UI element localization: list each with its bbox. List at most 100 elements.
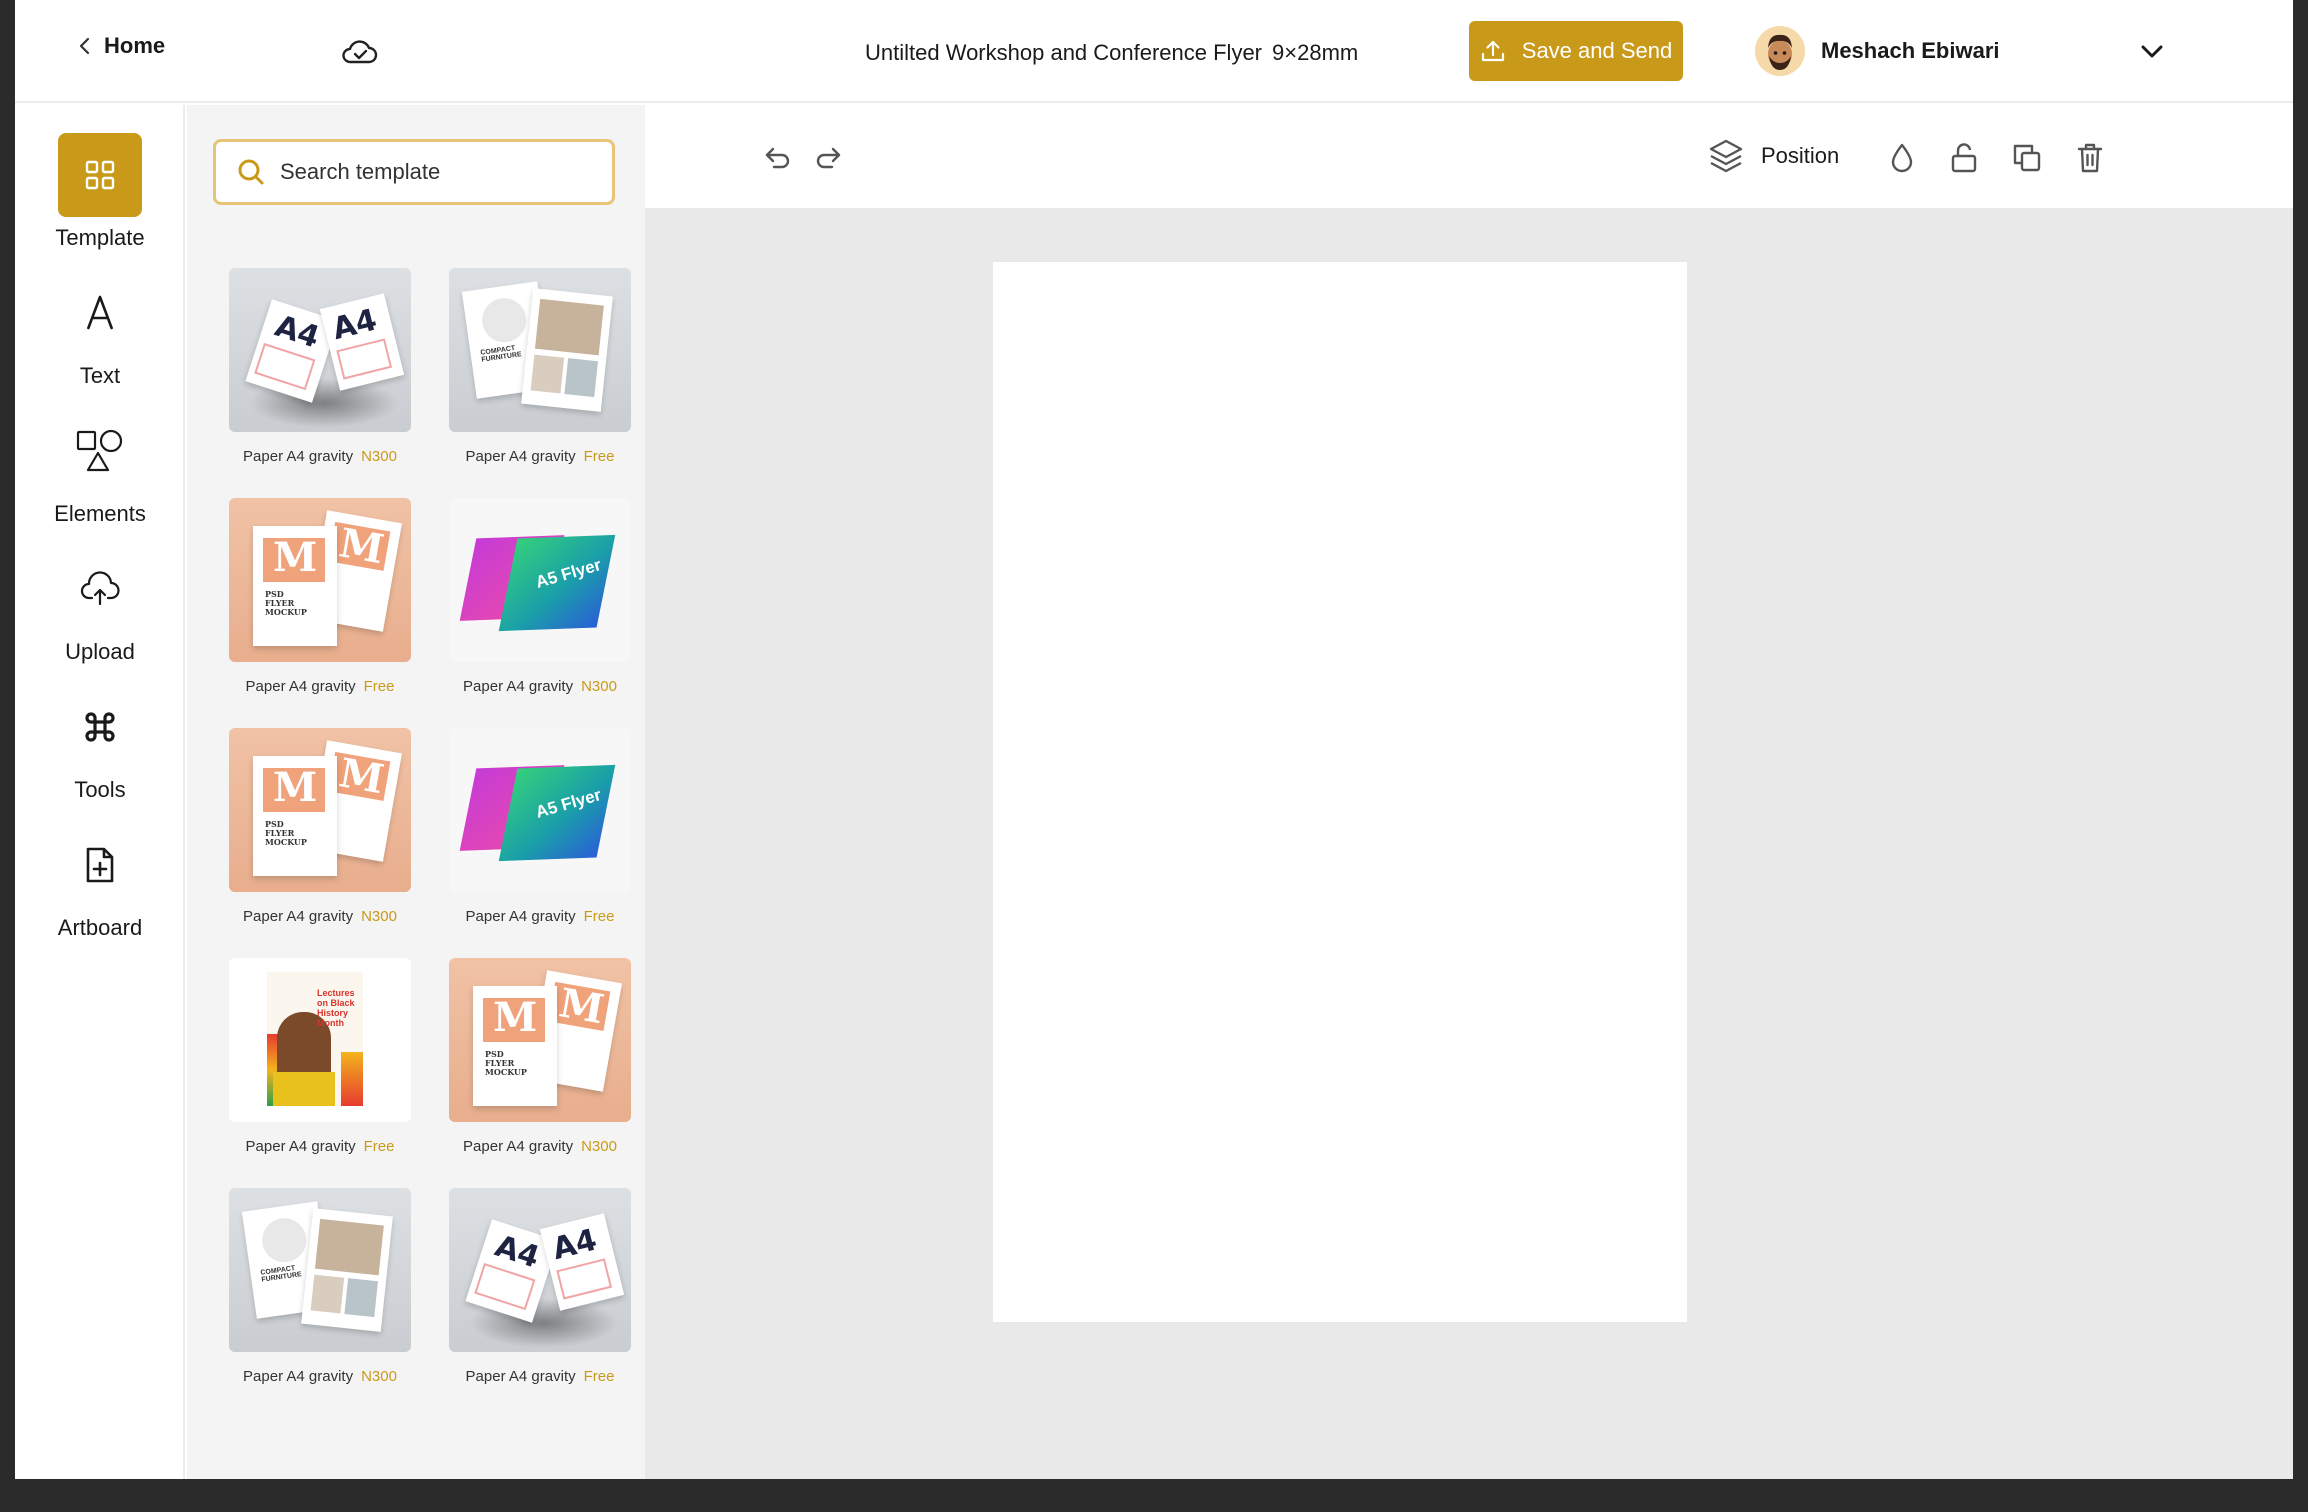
position-label: Position (1761, 143, 1840, 168)
template-card[interactable]: A4 A4 Paper A4 gravity Free (449, 1188, 631, 1385)
save-and-send-button[interactable]: Save and Send (1469, 21, 1683, 81)
template-card[interactable]: COMPACT FURNITURE Paper A4 gravity N300 (229, 1188, 411, 1385)
text-icon (58, 271, 142, 355)
save-and-send-label: Save and Send (1521, 38, 1673, 63)
template-price: Free (583, 908, 615, 925)
template-price: Free (583, 448, 615, 465)
template-caption: Paper A4 gravity N300 (449, 1138, 631, 1155)
unlock-icon[interactable] (1947, 141, 1981, 175)
artboard-canvas[interactable] (993, 262, 1687, 1322)
app-window: Home Untilted Workshop and Conference Fl… (15, 0, 2293, 1479)
sidebar-item-artboard[interactable]: Artboard (15, 823, 185, 941)
template-thumbnail: COMPACT FURNITURE (229, 1188, 411, 1352)
template-card[interactable]: COMPACT FURNITURE Paper A4 gravity Free (449, 268, 631, 465)
chevron-down-icon[interactable] (2137, 36, 2167, 66)
template-caption: Paper A4 gravity N300 (229, 908, 411, 925)
shapes-icon (58, 409, 142, 493)
trash-icon[interactable] (2073, 141, 2107, 175)
sidebar-item-label: Upload (65, 639, 135, 664)
cloud-saved-icon[interactable] (342, 34, 378, 68)
template-card[interactable]: Lectures on Black History Month Paper A4… (229, 958, 411, 1155)
template-name: Paper A4 gravity (243, 908, 354, 925)
template-thumbnail: A5 Flyer (449, 728, 631, 892)
template-caption: Paper A4 gravity N300 (229, 448, 411, 465)
template-thumbnail: A4 A4 (229, 268, 411, 432)
template-caption: Paper A4 gravity N300 (449, 678, 631, 695)
thumb-text: PSD FLYER MOCKUP (265, 589, 307, 617)
opacity-drop-icon[interactable] (1885, 141, 1919, 175)
template-name: Paper A4 gravity (465, 908, 576, 925)
template-thumbnail: Lectures on Black History Month (229, 958, 411, 1122)
template-name: Paper A4 gravity (245, 678, 356, 695)
thumb-text: PSD FLYER MOCKUP (485, 1049, 527, 1077)
duplicate-icon[interactable] (2010, 141, 2044, 175)
user-menu[interactable]: Meshach Ebiwari (1755, 26, 2000, 76)
template-thumbnail: A5 Flyer (449, 498, 631, 662)
template-caption: Paper A4 gravity Free (229, 678, 411, 695)
sidebar-item-label: Tools (74, 777, 126, 802)
template-price: N300 (581, 1138, 617, 1155)
user-name: Meshach Ebiwari (1821, 38, 2000, 63)
grid-icon (58, 133, 142, 217)
template-card[interactable]: A5 Flyer Paper A4 gravity Free (449, 728, 631, 925)
template-card[interactable]: M M PSD FLYER MOCKUP Paper A4 gravity N30… (449, 958, 631, 1155)
search-box[interactable] (213, 139, 615, 205)
template-card[interactable]: M M PSD FLYER MOCKUP Paper A4 gravity Fre… (229, 498, 411, 695)
template-thumbnail: M M PSD FLYER MOCKUP (229, 728, 411, 892)
template-card[interactable]: M M PSD FLYER MOCKUP Paper A4 gravity N30… (229, 728, 411, 925)
sidebar-item-label: Artboard (57, 915, 143, 940)
template-price: Free (583, 1368, 615, 1385)
template-name: Paper A4 gravity (463, 1138, 574, 1155)
template-name: Paper A4 gravity (465, 1368, 576, 1385)
template-card[interactable]: A5 Flyer Paper A4 gravity N300 (449, 498, 631, 695)
sidebar: Template Text Elements Upload Tools Artb… (15, 105, 185, 1479)
home-link[interactable]: Home (78, 33, 165, 59)
position-button[interactable]: Position (1707, 137, 1839, 175)
file-plus-icon (58, 823, 142, 907)
template-panel: A4 A4 Paper A4 gravity N300 COMPACT FURNI… (187, 105, 645, 1479)
sidebar-item-upload[interactable]: Upload (15, 547, 185, 665)
template-caption: Paper A4 gravity Free (449, 908, 631, 925)
template-caption: Paper A4 gravity Free (229, 1138, 411, 1155)
sidebar-item-elements[interactable]: Elements (15, 409, 185, 527)
sidebar-item-tools[interactable]: Tools (15, 685, 185, 803)
template-price: N300 (581, 678, 617, 695)
template-caption: Paper A4 gravity Free (449, 1368, 631, 1385)
template-thumbnail: M M PSD FLYER MOCKUP (229, 498, 411, 662)
home-label: Home (104, 33, 166, 58)
template-card[interactable]: A4 A4 Paper A4 gravity N300 (229, 268, 411, 465)
canvas-workspace: Position (645, 105, 2293, 1479)
template-name: Paper A4 gravity (243, 448, 354, 465)
avatar (1755, 26, 1805, 76)
document-size: 9×28mm (1272, 40, 1359, 65)
sidebar-item-template[interactable]: Template (15, 133, 185, 251)
chevron-left-icon (79, 37, 90, 55)
layers-icon (1709, 139, 1743, 173)
template-name: Paper A4 gravity (245, 1138, 356, 1155)
document-title-text: Untilted Workshop and Conference Flyer (865, 40, 1263, 65)
top-bar: Home Untilted Workshop and Conference Fl… (15, 0, 2293, 103)
template-price: Free (363, 1138, 395, 1155)
upload-icon (1481, 40, 1504, 62)
template-caption: Paper A4 gravity N300 (229, 1368, 411, 1385)
template-price: Free (363, 678, 395, 695)
template-price: N300 (361, 908, 397, 925)
command-icon (58, 685, 142, 769)
template-thumbnail: A4 A4 (449, 1188, 631, 1352)
template-name: Paper A4 gravity (463, 678, 574, 695)
template-name: Paper A4 gravity (243, 1368, 354, 1385)
document-title[interactable]: Untilted Workshop and Conference Flyer 9×… (865, 40, 1358, 66)
sidebar-item-text[interactable]: Text (15, 271, 185, 389)
template-price: N300 (361, 1368, 397, 1385)
canvas-toolbar: Position (645, 105, 2293, 208)
search-input[interactable] (280, 159, 600, 185)
undo-icon[interactable] (761, 141, 795, 175)
template-price: N300 (361, 448, 397, 465)
sidebar-item-label: Elements (54, 501, 146, 526)
sidebar-item-label: Template (55, 225, 145, 250)
cloud-upload-icon (58, 547, 142, 631)
redo-icon[interactable] (811, 141, 845, 175)
search-icon (238, 159, 264, 185)
thumb-text: Lectures on Black History Month (317, 988, 355, 1028)
template-name: Paper A4 gravity (465, 448, 576, 465)
